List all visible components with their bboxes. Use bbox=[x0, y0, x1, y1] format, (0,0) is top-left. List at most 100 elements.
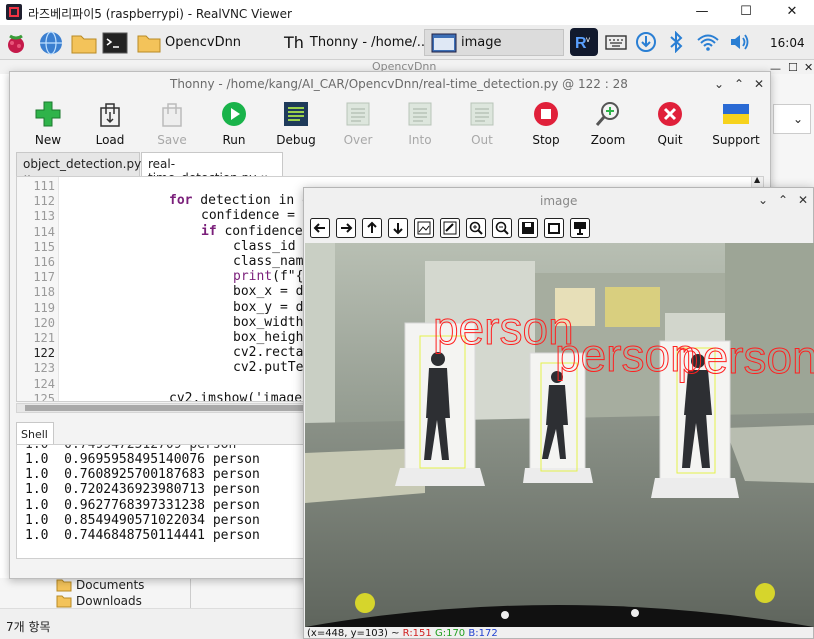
up-icon[interactable] bbox=[361, 217, 383, 239]
image-close-button[interactable]: ✕ bbox=[794, 192, 812, 208]
line-number: 123 bbox=[33, 361, 55, 376]
svg-text:v: v bbox=[586, 35, 590, 44]
file-manager-icon[interactable] bbox=[70, 29, 98, 56]
load-label: Load bbox=[95, 133, 125, 147]
zoom-in-icon[interactable] bbox=[465, 217, 487, 239]
volume-icon[interactable] bbox=[728, 31, 752, 53]
code-line: cv2.rectan bbox=[233, 345, 311, 360]
step-out-button[interactable]: Out bbox=[452, 100, 512, 150]
new-button[interactable]: New bbox=[18, 100, 78, 150]
camera-scene: person person person bbox=[305, 243, 814, 627]
tab-label: object_detection.py bbox=[23, 157, 142, 171]
copy-icon[interactable] bbox=[543, 217, 565, 239]
tab-object-detection[interactable]: object_detection.py ✖ bbox=[16, 152, 142, 185]
code-line: for detection in o bbox=[169, 193, 310, 208]
terminal-icon[interactable] bbox=[102, 29, 128, 56]
image-edit-icon[interactable] bbox=[439, 217, 461, 239]
coord-text: (x=448, y=103) ~ bbox=[307, 628, 403, 639]
line-number: 117 bbox=[33, 270, 55, 285]
image-minimize-button[interactable]: ⌄ bbox=[754, 192, 772, 208]
taskbar-image[interactable]: image bbox=[424, 29, 564, 56]
thonny-icon: Th bbox=[284, 33, 304, 52]
chevron-down-icon[interactable]: ⌄ bbox=[793, 112, 803, 126]
pixel-b: B:172 bbox=[468, 628, 498, 639]
forward-icon[interactable] bbox=[335, 217, 357, 239]
maximize-button[interactable]: ☐ bbox=[732, 3, 760, 21]
support-label: Support bbox=[712, 133, 760, 147]
minimize-button[interactable]: — bbox=[688, 3, 716, 21]
shell-line: 1.0 0.7446848750114441 person bbox=[25, 528, 260, 543]
thonny-close-button[interactable]: ✕ bbox=[750, 76, 768, 92]
quit-icon bbox=[655, 100, 685, 128]
clock: 16:04 bbox=[770, 36, 805, 50]
folder-icon bbox=[56, 595, 72, 608]
tab-real-time-detection[interactable]: real-time_detection.py ✖ bbox=[141, 152, 283, 185]
thonny-title: Thonny - /home/kang/AI_CAR/OpencvDnn/rea… bbox=[170, 77, 628, 91]
code-line: class_id = bbox=[233, 239, 311, 254]
thonny-maximize-button[interactable]: ⌃ bbox=[730, 76, 748, 92]
step-into-label: Into bbox=[408, 133, 432, 147]
hscroll-thumb[interactable] bbox=[25, 405, 305, 411]
shell-panel[interactable]: 1.0 0.7499472512709 person 1.0 0.9695958… bbox=[16, 444, 308, 559]
taskbar-folder[interactable]: OpencvDnn bbox=[137, 29, 241, 56]
step-into-icon bbox=[405, 100, 435, 128]
line-number: 111 bbox=[33, 179, 55, 193]
bluetooth-icon[interactable] bbox=[664, 31, 688, 53]
step-into-button[interactable]: Into bbox=[390, 100, 450, 150]
step-over-button[interactable]: Over bbox=[328, 100, 388, 150]
wifi-icon[interactable] bbox=[696, 31, 720, 53]
code-line: if confidence bbox=[201, 224, 311, 239]
image-window: image ⌄ ⌃ ✕ person person person (x=448,… bbox=[303, 187, 814, 639]
shell-line: 1.0 0.8549490571022034 person bbox=[25, 512, 260, 528]
line-number: 124 bbox=[33, 376, 55, 391]
keyboard-icon[interactable] bbox=[604, 31, 628, 53]
code-line: print(f"{c bbox=[233, 269, 311, 284]
stop-icon bbox=[531, 100, 561, 128]
list-item-label: Downloads bbox=[76, 594, 142, 608]
fm-close-button[interactable]: ✕ bbox=[804, 61, 813, 74]
line-number: 125 bbox=[33, 391, 55, 402]
realvnc-icon[interactable]: Rv bbox=[570, 28, 598, 56]
zoom-button[interactable]: Zoom bbox=[578, 100, 638, 150]
list-item-label: Documents bbox=[76, 578, 145, 592]
image-maximize-button[interactable]: ⌃ bbox=[774, 192, 792, 208]
quit-button[interactable]: Quit bbox=[640, 100, 700, 150]
zoom-out-icon[interactable] bbox=[491, 217, 513, 239]
thonny-minimize-button[interactable]: ⌄ bbox=[710, 76, 728, 92]
zoom-label: Zoom bbox=[590, 133, 626, 147]
line-number: 115 bbox=[33, 239, 55, 254]
camera-frame[interactable]: person person person bbox=[305, 243, 814, 627]
run-button[interactable]: Run bbox=[204, 100, 264, 150]
browser-icon[interactable] bbox=[38, 29, 64, 56]
code-line: cv2.imshow('image' bbox=[169, 391, 310, 401]
fm-maximize-button[interactable]: ☐ bbox=[788, 61, 798, 74]
raspberry-menu-icon[interactable] bbox=[4, 29, 28, 56]
load-button[interactable]: Load bbox=[80, 100, 140, 150]
save-image-icon[interactable] bbox=[517, 217, 539, 239]
image-icon[interactable] bbox=[413, 217, 435, 239]
fm-path-field[interactable] bbox=[773, 104, 811, 134]
code-line: box_height bbox=[233, 330, 311, 345]
back-icon[interactable] bbox=[309, 217, 331, 239]
properties-icon[interactable] bbox=[569, 217, 591, 239]
scroll-up-icon[interactable]: ▲ bbox=[754, 177, 760, 184]
line-number: 120 bbox=[33, 315, 55, 330]
stop-button[interactable]: Stop bbox=[516, 100, 576, 150]
line-number-gutter: 111 112 113 114 115 116 117 118 119 120 121 122 123 1… bbox=[17, 177, 59, 401]
download-icon[interactable] bbox=[634, 31, 658, 53]
down-icon[interactable] bbox=[387, 217, 409, 239]
tab-shell[interactable]: Shell bbox=[16, 422, 54, 446]
line-number: 122 bbox=[33, 346, 55, 361]
vnc-title-bar: 라즈베리파이5 (raspberrypi) - RealVNC Viewer —… bbox=[0, 0, 814, 25]
support-button[interactable]: Support bbox=[706, 100, 766, 150]
step-out-label: Out bbox=[471, 133, 493, 147]
load-icon bbox=[95, 100, 125, 128]
save-label: Save bbox=[157, 133, 187, 147]
debug-button[interactable]: Debug bbox=[266, 100, 326, 150]
quit-label: Quit bbox=[657, 133, 683, 147]
save-button[interactable]: Save bbox=[142, 100, 202, 150]
close-button[interactable]: ✕ bbox=[778, 3, 806, 21]
support-icon bbox=[721, 100, 751, 128]
taskbar-thonny[interactable]: Th Thonny - /home/... bbox=[284, 29, 429, 56]
code-text: confidence bbox=[216, 223, 311, 239]
